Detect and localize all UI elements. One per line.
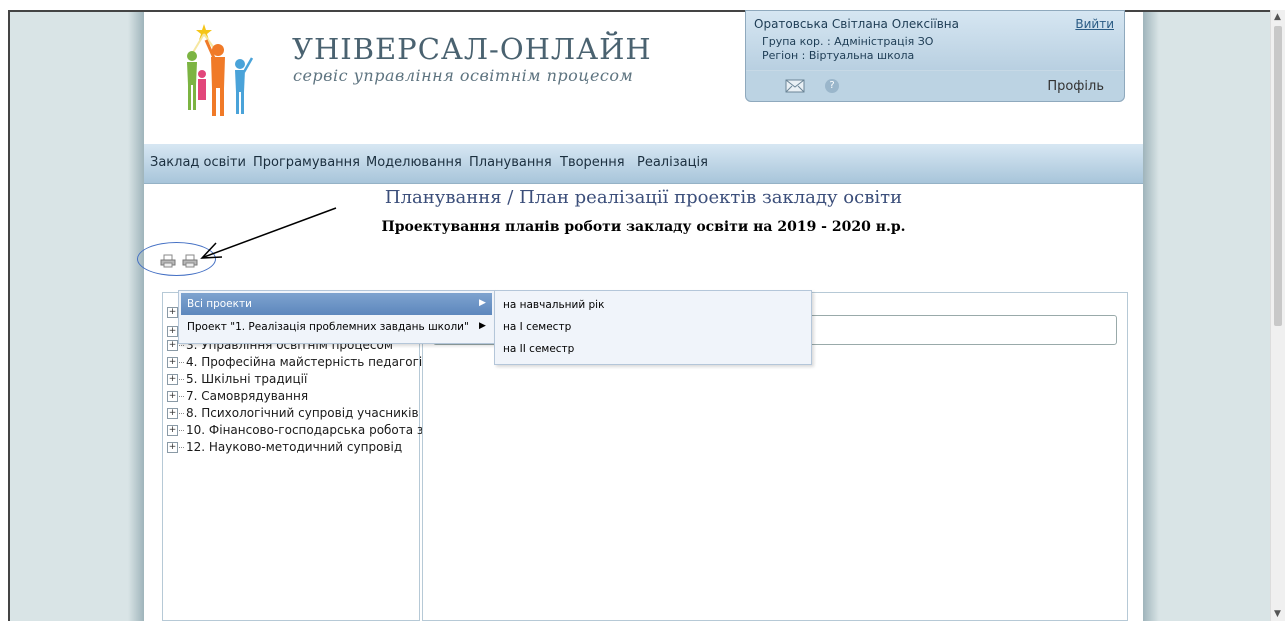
page-shadow-right (1143, 12, 1159, 621)
submenu-item-semester-1[interactable]: на І семестр (503, 321, 571, 333)
tree-item[interactable]: +7. Самоврядування (167, 389, 308, 403)
children-logo-icon (187, 24, 254, 116)
vertical-scrollbar[interactable]: ▲ ▼ (1270, 10, 1285, 621)
tree-item-label: 4. Професійна майстерність педагогів (186, 355, 430, 369)
nav-item-planning[interactable]: Планування (469, 155, 552, 170)
expand-icon[interactable]: + (167, 307, 178, 318)
expand-icon[interactable]: + (167, 357, 178, 368)
mail-icon[interactable] (784, 76, 806, 96)
nav-item-creation[interactable]: Творення (560, 155, 625, 170)
user-group: Група кор. : Адміністрація ЗО (762, 35, 934, 48)
submenu: на навчальний рік на І семестр на ІІ сем… (494, 290, 812, 365)
scroll-thumb[interactable] (1274, 26, 1282, 326)
expand-icon[interactable]: + (167, 374, 178, 385)
context-menu: Всі проекти ▶ Проект "1. Реалізація проб… (178, 290, 495, 344)
tree-item[interactable]: +8. Психологічний супровід учасників НВП (167, 406, 449, 420)
annotation-arrow-icon (200, 207, 337, 259)
user-region: Регіон : Віртуальна школа (762, 49, 915, 62)
expand-icon[interactable]: + (167, 442, 178, 453)
expand-icon[interactable]: + (167, 326, 178, 337)
expand-icon[interactable]: + (167, 408, 178, 419)
brand-subtitle: сервіс управління освітнім процесом (293, 66, 634, 85)
scroll-down-icon[interactable]: ▼ (1274, 609, 1281, 619)
help-icon[interactable]: ? (825, 79, 839, 93)
scroll-up-icon[interactable]: ▲ (1274, 12, 1281, 22)
page-shadow-left (128, 12, 144, 621)
nav-item-school[interactable]: Заклад освіти (150, 155, 246, 170)
user-name: Оратовська Світлана Олексіївна (754, 17, 960, 31)
tree-item[interactable]: +5. Шкільні традиції (167, 372, 307, 386)
page-container: УНІВЕРСАЛ-ОНЛАЙН сервіс управління освіт… (137, 10, 1143, 621)
tree-item[interactable]: +10. Фінансово-господарська робота закла (167, 423, 453, 437)
tree-item-label: 7. Самоврядування (186, 389, 309, 403)
submenu-item-semester-2[interactable]: на ІІ семестр (503, 343, 574, 355)
tree-item[interactable]: +12. Науково-методичний супровід (167, 440, 402, 454)
tree-item-label: 12. Науково-методичний супровід (186, 440, 403, 454)
window-frame-left (8, 10, 10, 621)
submenu-arrow-icon: ▶ (479, 298, 486, 308)
nav-item-modeling[interactable]: Моделювання (366, 155, 462, 170)
menu-item-all-projects[interactable]: Всі проекти ▶ (181, 293, 492, 315)
expand-icon[interactable]: + (167, 425, 178, 436)
expand-icon[interactable]: + (167, 340, 178, 351)
tree-item[interactable]: +4. Професійна майстерність педагогів (167, 355, 429, 369)
brand-title: УНІВЕРСАЛ-ОНЛАЙН (292, 32, 652, 66)
nav-item-programming[interactable]: Програмування (253, 155, 360, 170)
profile-link[interactable]: Профіль (1047, 79, 1104, 94)
submenu-arrow-icon: ▶ (479, 321, 486, 331)
user-panel: Оратовська Світлана Олексіївна Вийти Гру… (745, 10, 1125, 102)
tree-item-label: 5. Шкільні традиції (186, 372, 308, 386)
main-nav: Заклад освіти Програмування Моделювання … (144, 144, 1143, 184)
nav-item-realization[interactable]: Реалізація (637, 155, 708, 170)
tree-item-label: 8. Психологічний супровід учасників НВП (186, 406, 449, 420)
menu-item-project-1[interactable]: Проект "1. Реалізація проблемних завдань… (181, 316, 492, 338)
expand-icon[interactable]: + (167, 391, 178, 402)
logout-link[interactable]: Вийти (1075, 17, 1114, 31)
submenu-item-year[interactable]: на навчальний рік (503, 299, 604, 311)
user-toolbar: ? Профіль (746, 70, 1124, 101)
tree-item-label: 10. Фінансово-господарська робота закла (186, 423, 453, 437)
